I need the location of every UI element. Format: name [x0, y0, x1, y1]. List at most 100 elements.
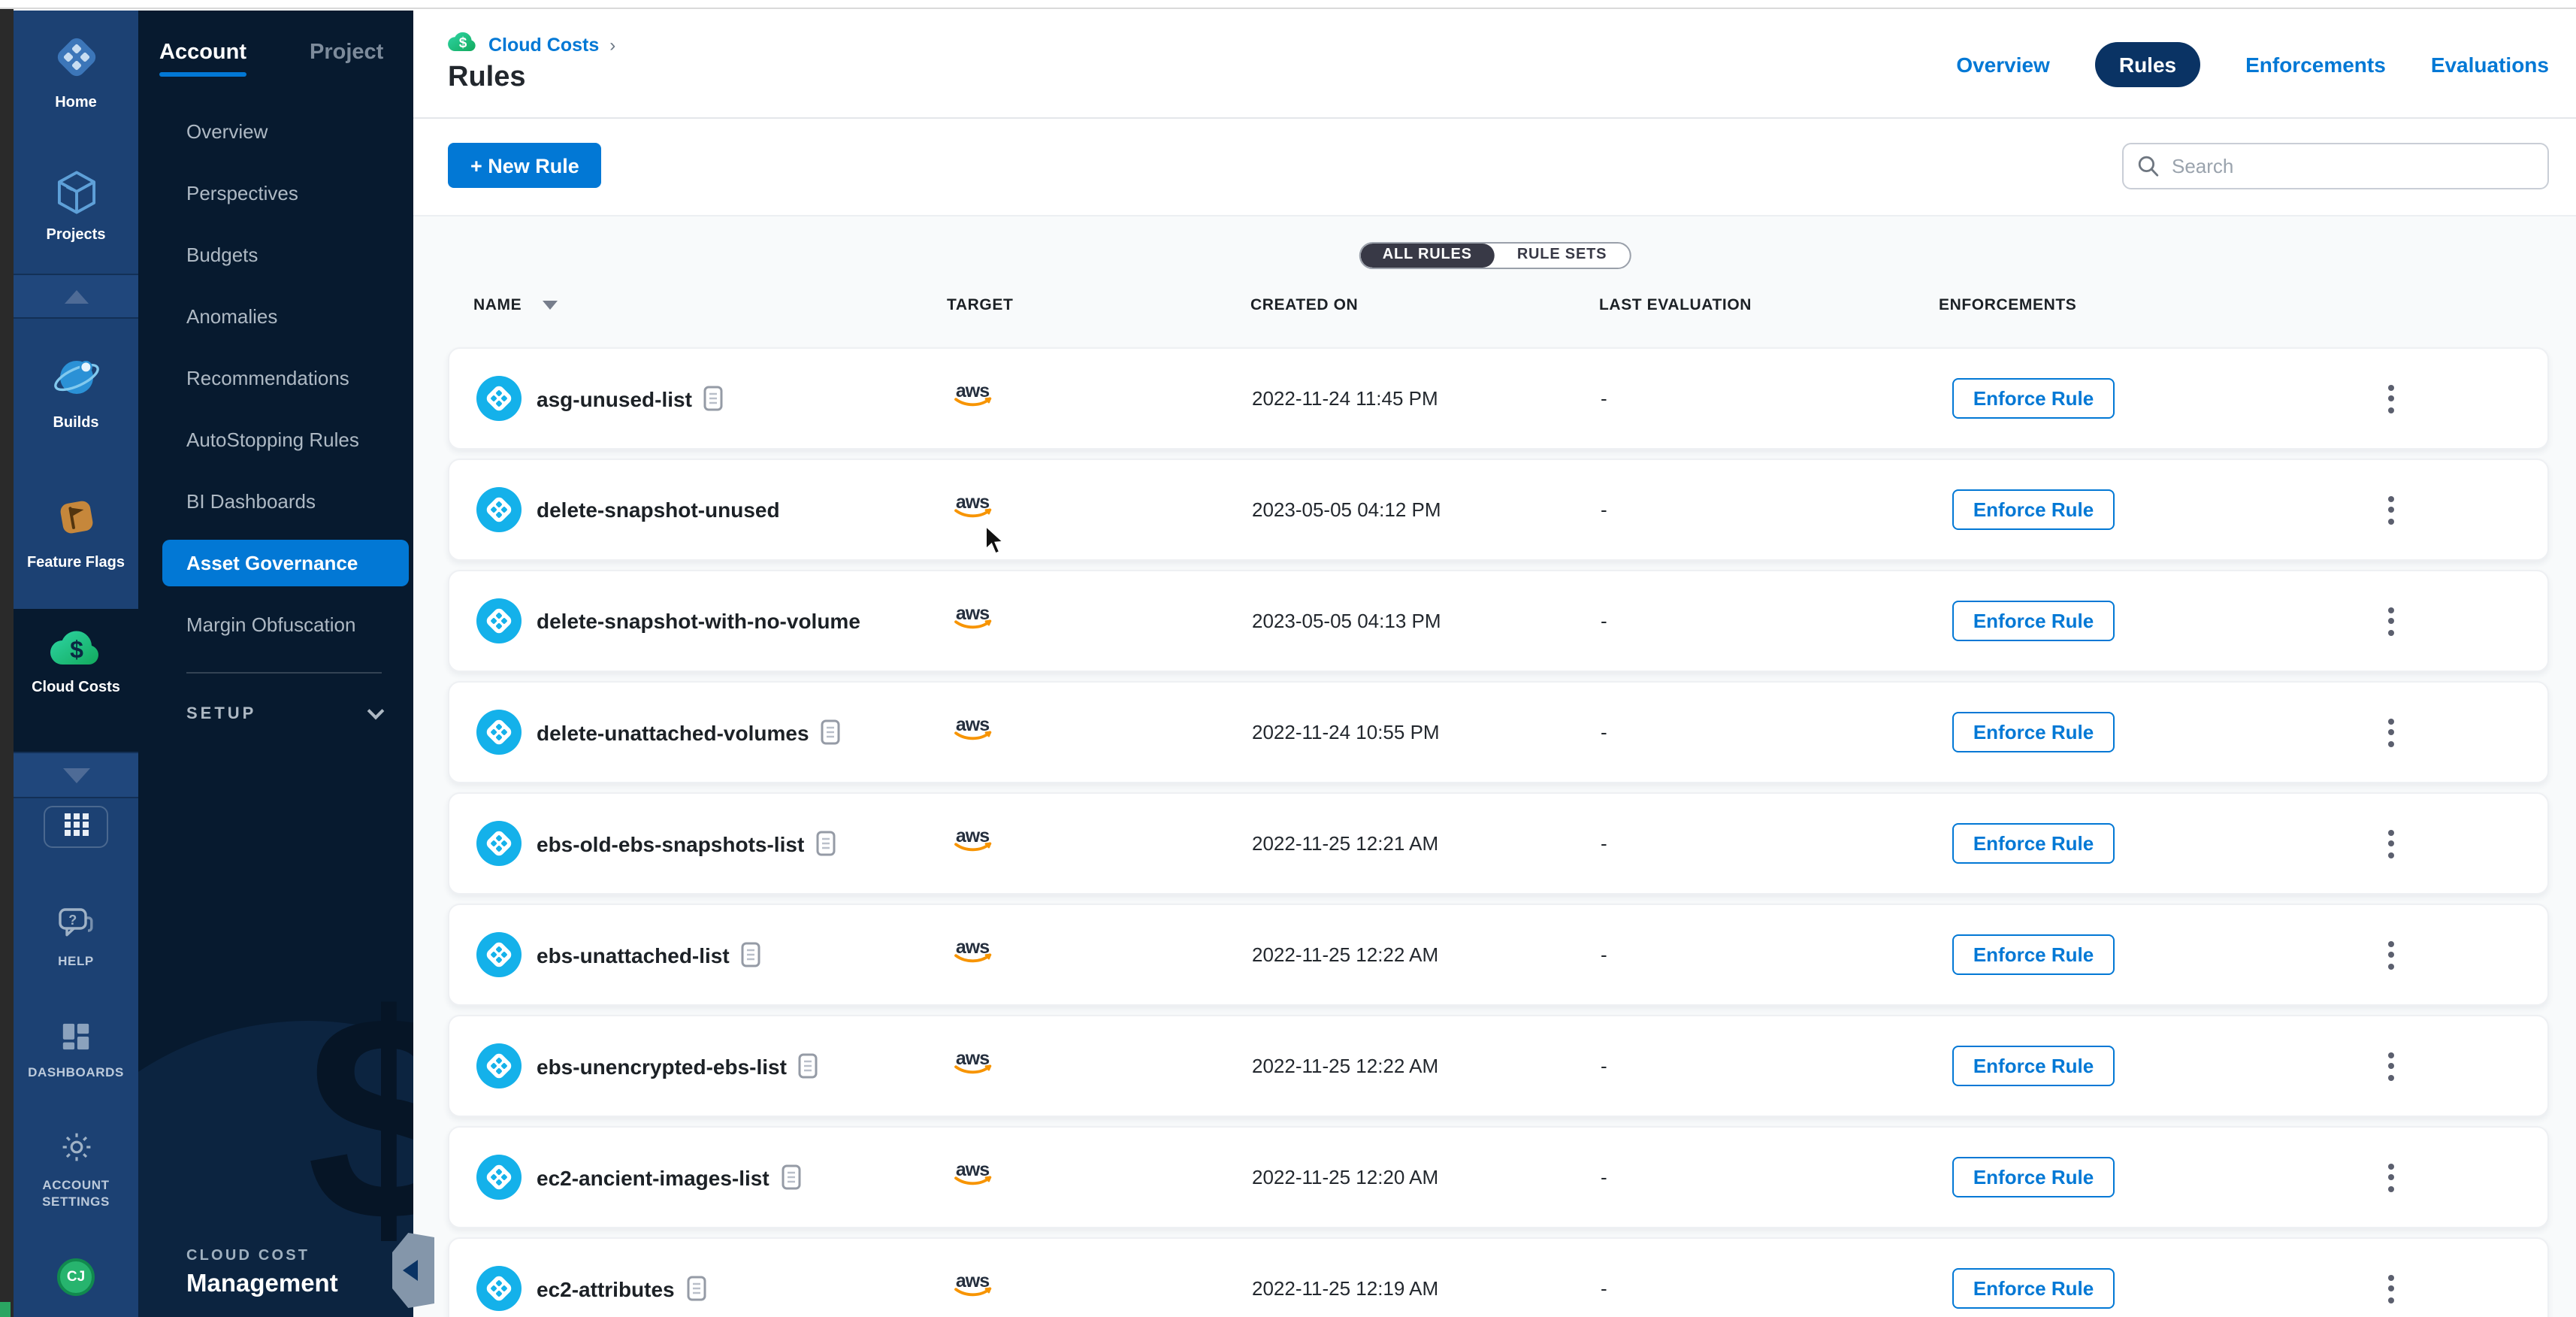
- rail-item-account-settings[interactable]: ACCOUNT SETTINGS: [14, 1129, 138, 1210]
- tab-project[interactable]: Project: [310, 41, 383, 77]
- enforce-rule-button[interactable]: Enforce Rule: [1952, 489, 2115, 530]
- kebab-menu-icon[interactable]: [2379, 1043, 2403, 1088]
- created-on-value: 2022-11-24 10:55 PM: [1252, 721, 1440, 743]
- rule-name[interactable]: delete-snapshot-with-no-volume: [537, 609, 860, 633]
- column-header-enforcements: ENFORCEMENTS: [1939, 296, 2076, 314]
- kebab-menu-icon[interactable]: [2379, 932, 2403, 977]
- sidenav-item-budgets[interactable]: Budgets: [138, 224, 413, 286]
- sidenav-item-overview[interactable]: Overview: [138, 101, 413, 162]
- rule-name[interactable]: ec2-attributes: [537, 1276, 675, 1300]
- rail-label-feature-flags: Feature Flags: [14, 555, 138, 571]
- page-tab-enforcements[interactable]: Enforcements: [2245, 53, 2386, 77]
- page-tabs: Overview Rules Enforcements Evaluations: [1956, 42, 2549, 87]
- created-on-value: 2022-11-25 12:21 AM: [1252, 832, 1438, 855]
- created-on-value: 2022-11-25 12:20 AM: [1252, 1166, 1438, 1188]
- sidenav-item-setup[interactable]: SETUP: [186, 695, 382, 734]
- kebab-menu-icon[interactable]: [2379, 598, 2403, 643]
- toggle-all-rules[interactable]: ALL RULES: [1360, 244, 1495, 268]
- breadcrumb-cloud-costs-link[interactable]: Cloud Costs: [488, 35, 599, 56]
- page-tab-overview[interactable]: Overview: [1956, 53, 2050, 77]
- gear-icon: [58, 1146, 94, 1171]
- sidenav-item-asset-governance[interactable]: Asset Governance: [138, 532, 413, 594]
- svg-text:?: ?: [68, 913, 77, 928]
- table-row[interactable]: delete-snapshot-with-no-volume aws 2023-…: [448, 570, 2549, 672]
- kebab-menu-icon[interactable]: [2379, 821, 2403, 866]
- sidenav-item-perspectives[interactable]: Perspectives: [138, 162, 413, 224]
- table-row[interactable]: ec2-ancient-images-list aws 2022-11-25 1…: [448, 1126, 2549, 1228]
- rule-icon: [476, 1043, 522, 1088]
- table-row[interactable]: ec2-attributes aws 2022-11-25 12:19 AM -…: [448, 1237, 2549, 1317]
- sidenav-item-label: Perspectives: [186, 182, 298, 204]
- module-grid-button[interactable]: [44, 806, 108, 848]
- enforce-rule-button[interactable]: Enforce Rule: [1952, 1046, 2115, 1086]
- rail-item-builds[interactable]: Builds: [14, 352, 138, 431]
- enforce-rule-button[interactable]: Enforce Rule: [1952, 712, 2115, 752]
- kebab-menu-icon[interactable]: [2379, 487, 2403, 532]
- sidenav-item-autostopping-rules[interactable]: AutoStopping Rules: [138, 409, 413, 471]
- rail-scroll-down[interactable]: [14, 752, 138, 798]
- builds-planet-icon: [50, 383, 101, 409]
- table-row[interactable]: delete-unattached-volumes aws 2022-11-24…: [448, 681, 2549, 783]
- sidenav-item-bi-dashboards[interactable]: BI Dashboards: [138, 471, 413, 532]
- user-avatar[interactable]: CJ: [57, 1258, 95, 1296]
- rules-list-area: ALL RULES RULE SETS NAME TARGET CREATED …: [413, 215, 2576, 1317]
- sidenav-item-recommendations[interactable]: Recommendations: [138, 347, 413, 409]
- rule-name-cell: delete-snapshot-with-no-volume: [537, 609, 860, 633]
- enforce-rule-button[interactable]: Enforce Rule: [1952, 601, 2115, 641]
- rail-item-help[interactable]: ? HELP: [14, 907, 138, 970]
- search-input[interactable]: [2122, 143, 2549, 189]
- table-row[interactable]: ebs-unencrypted-ebs-list aws 2022-11-25 …: [448, 1015, 2549, 1117]
- setup-label: SETUP: [186, 705, 256, 723]
- svg-text:aws: aws: [956, 1048, 989, 1069]
- column-header-name[interactable]: NAME: [473, 296, 558, 314]
- enforce-rule-button[interactable]: Enforce Rule: [1952, 378, 2115, 419]
- rule-name[interactable]: delete-snapshot-unused: [537, 498, 780, 522]
- background-fragment: [0, 1302, 11, 1317]
- rail-item-dashboards[interactable]: DASHBOARDS: [14, 1021, 138, 1081]
- kebab-menu-icon[interactable]: [2379, 710, 2403, 755]
- rail-item-projects[interactable]: Projects: [14, 170, 138, 244]
- page-tab-rules[interactable]: Rules: [2095, 42, 2200, 87]
- enforce-rule-button[interactable]: Enforce Rule: [1952, 823, 2115, 864]
- sidenav-item-anomalies[interactable]: Anomalies: [138, 286, 413, 347]
- enforce-rule-button[interactable]: Enforce Rule: [1952, 1268, 2115, 1309]
- enforce-rule-button[interactable]: Enforce Rule: [1952, 934, 2115, 975]
- kebab-menu-icon[interactable]: [2379, 1266, 2403, 1311]
- table-row[interactable]: ebs-old-ebs-snapshots-list aws 2022-11-2…: [448, 792, 2549, 895]
- last-evaluation-value: -: [1601, 498, 1607, 521]
- enforce-rule-button[interactable]: Enforce Rule: [1952, 1157, 2115, 1197]
- toggle-rule-sets[interactable]: RULE SETS: [1495, 244, 1629, 268]
- page-tab-evaluations[interactable]: Evaluations: [2431, 53, 2549, 77]
- doc-icon: [782, 1164, 801, 1190]
- table-row[interactable]: asg-unused-list aws 2022-11-24 11:45 PM …: [448, 347, 2549, 450]
- grid-icon: [62, 811, 89, 843]
- table-row[interactable]: delete-snapshot-unused aws 2023-05-05 04…: [448, 459, 2549, 561]
- rail-item-home[interactable]: Home: [14, 32, 138, 111]
- svg-text:aws: aws: [956, 603, 989, 624]
- column-header-target: TARGET: [947, 296, 1013, 314]
- new-rule-button[interactable]: + New Rule: [448, 143, 602, 188]
- sidenav-item-label: Recommendations: [186, 367, 349, 389]
- rule-name[interactable]: ebs-unencrypted-ebs-list: [537, 1054, 787, 1078]
- rule-name[interactable]: ebs-unattached-list: [537, 943, 730, 967]
- svg-text:aws: aws: [956, 937, 989, 958]
- rail-item-feature-flags[interactable]: Feature Flags: [14, 492, 138, 571]
- rule-name[interactable]: ebs-old-ebs-snapshots-list: [537, 831, 804, 855]
- table-row[interactable]: ebs-unattached-list aws 2022-11-25 12:22…: [448, 904, 2549, 1006]
- created-on-value: 2022-11-25 12:22 AM: [1252, 943, 1438, 966]
- rule-name[interactable]: delete-unattached-volumes: [537, 720, 809, 744]
- kebab-menu-icon[interactable]: [2379, 376, 2403, 421]
- aws-icon: aws: [948, 492, 996, 528]
- rail-scroll-up[interactable]: [14, 274, 138, 319]
- doc-icon: [704, 386, 724, 411]
- last-evaluation-value: -: [1601, 1166, 1607, 1188]
- rule-name[interactable]: asg-unused-list: [537, 386, 692, 410]
- aws-icon: aws: [948, 603, 996, 639]
- kebab-menu-icon[interactable]: [2379, 1155, 2403, 1200]
- last-evaluation-value: -: [1601, 610, 1607, 632]
- tab-account[interactable]: Account: [159, 41, 246, 77]
- search-icon: [2137, 155, 2160, 177]
- rule-name[interactable]: ec2-ancient-images-list: [537, 1165, 769, 1189]
- rail-item-cloud-costs[interactable]: $ Cloud Costs: [14, 628, 138, 696]
- sidenav-item-margin-obfuscation[interactable]: Margin Obfuscation: [138, 594, 413, 655]
